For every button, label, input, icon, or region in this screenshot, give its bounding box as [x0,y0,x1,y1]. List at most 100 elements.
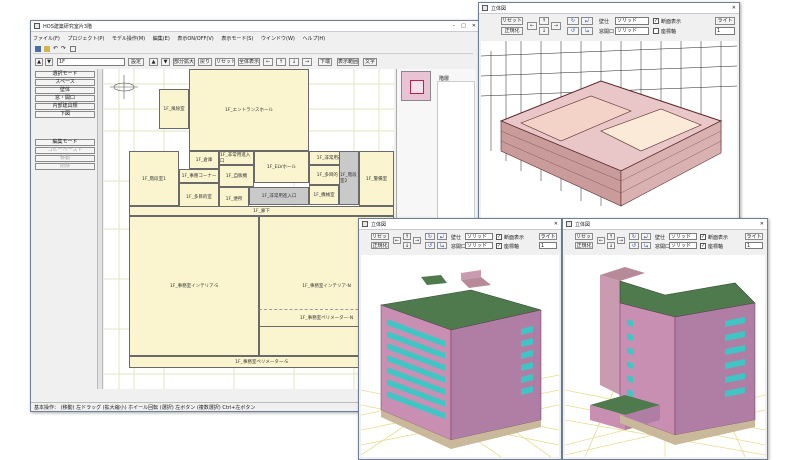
axis-left-checkbox[interactable]: ✓ [496,243,502,249]
room-stair-2[interactable]: 1F_階段室2 [339,151,359,205]
room-vending[interactable]: 1F_自販機 [219,165,254,187]
room-emergency-entry-1[interactable]: 1F_非常用進入口 [219,151,254,165]
light-right-select[interactable]: 1 [745,242,763,249]
underlay-button[interactable]: 下図 [35,111,95,118]
menu-mode[interactable]: 表示モード(S) [221,36,253,42]
light-button[interactable]: ライト [715,17,735,25]
grid-icon[interactable] [70,46,76,52]
minimap[interactable] [401,71,431,101]
pan-right-button[interactable]: → [302,58,312,66]
copy-paste-button[interactable]: コピーペースト [35,147,95,154]
menu-model[interactable]: モデル操作(M) [112,36,145,42]
bottom-button[interactable]: 下端 [318,58,332,66]
wall-style-select[interactable]: ソリッド [615,17,649,25]
undo-icon[interactable]: ↶ [53,45,58,52]
window-opening-button[interactable]: 窓・開口 [35,95,95,102]
room-entrance-hall[interactable]: 1F_エントランスホール [189,69,309,151]
rotate-down-right-button[interactable]: ↓ [607,242,615,249]
room-stair-1[interactable]: 1F_階段室1 [129,151,179,206]
tilt-a-icon[interactable]: ⤾ [581,17,593,25]
space-button[interactable]: スペース [35,79,95,86]
rotate-up-button[interactable]: ↑ [539,17,549,25]
view3d-left-titlebar[interactable]: 立体図 ✕ [359,219,561,230]
text-button[interactable]: 文字 [363,58,377,66]
reset-button[interactable]: リセット [215,58,235,66]
rotate-down-left-button[interactable]: ↓ [403,242,411,249]
view3d-right-close-icon[interactable]: ✕ [760,221,764,227]
window-style-right-select[interactable]: ソリッド [669,242,697,249]
room-windbreak[interactable]: 1F_風除室 [159,89,189,129]
spin-cw-right-icon[interactable]: ↻ [629,233,639,240]
tilt-a-left-icon[interactable]: ⤾ [437,233,447,240]
view3d-top-canvas[interactable] [481,41,737,221]
normalize-left-button[interactable]: 正規化 [371,242,389,249]
redo-icon[interactable]: ↷ [61,45,66,52]
spin-ccw-left-icon[interactable]: ↺ [425,242,435,249]
rotate-left-right-button[interactable]: ← [597,237,605,244]
room-office-perimeter-s[interactable]: 1F_事務室ペリメーター-S [129,356,394,368]
wall-style-right-select[interactable]: ソリッド [669,233,697,240]
back-button[interactable]: 戻り [198,58,212,66]
floor-down-button[interactable]: ▼ [161,58,170,66]
display-range-button[interactable]: 表示範囲 [337,58,359,66]
axis-checkbox[interactable] [653,28,659,34]
wall-style-left-select[interactable]: ソリッド [465,233,493,240]
wall-button[interactable]: 壁体 [35,87,95,94]
rotate-down-button[interactable]: ↓ [539,27,549,35]
reset-3d-button[interactable]: リセット [501,17,523,25]
room-storage[interactable]: 1F_倉庫 [189,151,219,169]
rotate-up-left-button[interactable]: ↑ [403,233,411,240]
up-small-button[interactable]: ▲ [35,58,43,66]
rotate-right-left-button[interactable]: → [413,237,421,244]
window-style-select[interactable]: ソリッド [615,27,649,35]
partial-zoom-button[interactable]: 部分拡大 [173,58,195,66]
delete-button[interactable]: 削除 [35,163,95,170]
section-checkbox[interactable]: ✓ [653,18,659,24]
view3d-right-titlebar[interactable]: 立体図 ✕ [563,219,767,230]
settings-button[interactable]: 設定 [128,58,144,66]
pan-down-button[interactable]: ↓ [289,58,299,66]
view3d-right-canvas[interactable] [565,255,765,457]
menu-edit[interactable]: 編集(E) [153,36,170,42]
tilt-b-left-icon[interactable]: ⤿ [437,242,447,249]
room-emergency-entry-3[interactable]: 1F_非常用進入口 [249,187,309,205]
reset-3d-right-button[interactable]: リセット [575,233,593,240]
spin-ccw-icon[interactable]: ↺ [567,27,579,35]
room-elv-hall[interactable]: 1F_ELVホール [254,151,309,183]
spin-ccw-right-icon[interactable]: ↺ [629,242,639,249]
room-office-interior-s[interactable]: 1F_事務室インテリア-S [129,216,259,356]
vertical-scrollbar[interactable] [97,69,103,389]
minimize-icon[interactable]: – [453,23,456,29]
view3d-left-canvas[interactable] [361,255,559,457]
light-select[interactable]: 1 [715,27,735,35]
rotate-right-button[interactable]: → [551,22,561,30]
menu-help[interactable]: ヘルプ(H) [302,36,325,42]
close-icon[interactable]: ✕ [472,23,476,29]
select-mode-button[interactable]: 選択モード [35,71,95,78]
window-style-left-select[interactable]: ソリッド [465,242,493,249]
maximize-icon[interactable]: □ [461,23,466,29]
pan-left-button[interactable]: ← [263,58,273,66]
axis-right-checkbox[interactable]: ✓ [700,243,706,249]
reset-3d-left-button[interactable]: リセット [371,233,389,240]
rotate-left-button[interactable]: ← [527,22,537,30]
floor-select[interactable]: 1F [57,58,125,66]
pan-up-button[interactable]: ↑ [276,58,286,66]
menu-window[interactable]: ウインドウ(W) [261,36,295,42]
room-corridor[interactable]: 1F_廊下 [129,206,394,216]
floor-up-button[interactable]: ▲ [149,58,158,66]
view3d-top-close-icon[interactable]: ✕ [732,5,736,11]
normalize-right-button[interactable]: 正規化 [575,242,593,249]
light-left-select[interactable]: 1 [539,242,557,249]
rotate-up-right-button[interactable]: ↑ [607,233,615,240]
move-button[interactable]: 移動 [35,155,95,162]
room-guard[interactable]: 1F_警備室 [359,151,394,206]
rotate-right-right-button[interactable]: → [617,237,625,244]
light-right-button[interactable]: ライト [745,233,763,240]
down-small-button[interactable]: ▼ [45,58,53,66]
view3d-top-titlebar[interactable]: 立体図 ✕ [479,3,739,14]
section-right-checkbox[interactable]: ✓ [700,234,706,240]
view3d-left-close-icon[interactable]: ✕ [554,221,558,227]
menu-file[interactable]: ファイル(F) [33,36,60,42]
tilt-b-right-icon[interactable]: ⤿ [641,242,651,249]
